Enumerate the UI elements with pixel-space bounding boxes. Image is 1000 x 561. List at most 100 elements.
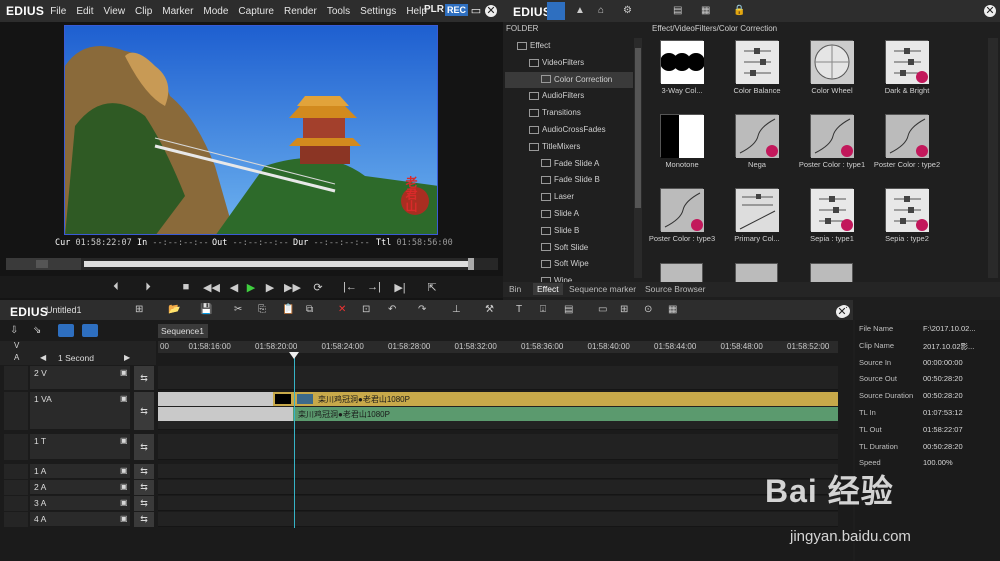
- effect-thumbnail[interactable]: [885, 114, 929, 158]
- open-icon[interactable]: 📂: [168, 304, 180, 315]
- tree-item[interactable]: Color Correction: [505, 71, 633, 88]
- grid-view-icon[interactable]: ▦: [701, 5, 710, 16]
- scrub-track[interactable]: [84, 261, 472, 267]
- stop-icon[interactable]: ■: [178, 281, 194, 293]
- effect-thumbnail[interactable]: [810, 40, 854, 84]
- effect-thumbnail[interactable]: [660, 263, 703, 282]
- ripple-icon[interactable]: ⊡: [362, 304, 370, 315]
- effect-thumbnail[interactable]: [885, 40, 929, 84]
- track-mute-icon[interactable]: ▣: [120, 368, 128, 377]
- track-patch-icon[interactable]: ⇆: [134, 496, 154, 511]
- lock-icon[interactable]: 🔒: [733, 5, 745, 16]
- effect-thumbnail[interactable]: [660, 188, 704, 232]
- effect-label[interactable]: Dark & Bright: [867, 86, 947, 95]
- effect-thumbnail[interactable]: [660, 114, 704, 158]
- track-lane[interactable]: [158, 480, 838, 495]
- track-sync-cell[interactable]: [4, 434, 28, 460]
- track-lane[interactable]: [158, 496, 838, 511]
- clip-audio[interactable]: 栾川鸡冠洞●老君山1080P: [158, 407, 838, 421]
- tree-item[interactable]: Laser: [505, 189, 633, 205]
- effect-label[interactable]: Nega: [717, 160, 797, 169]
- effect-thumbnail[interactable]: [660, 40, 705, 84]
- track-sync-cell[interactable]: [4, 512, 28, 527]
- folder-view-icon[interactable]: [547, 2, 565, 20]
- track-sync-cell[interactable]: [4, 464, 28, 479]
- link-icon[interactable]: [82, 324, 98, 337]
- title-icon[interactable]: T: [516, 304, 522, 315]
- effect-label[interactable]: Color Wheel: [792, 86, 872, 95]
- track-lane[interactable]: [158, 366, 838, 390]
- fast-forward-icon[interactable]: ▶▶: [284, 281, 301, 294]
- scale-down-icon[interactable]: ◀: [40, 353, 46, 362]
- menu-item-tools[interactable]: Tools: [327, 6, 350, 17]
- track-mute-icon[interactable]: ▣: [120, 498, 128, 507]
- track-lane[interactable]: [158, 434, 838, 460]
- track-mute-icon[interactable]: ▣: [120, 436, 128, 445]
- marker-icon[interactable]: ▭: [598, 304, 607, 315]
- clip-video[interactable]: 栾川鸡冠洞●老君山1080P: [158, 392, 838, 406]
- tree-scrollbar[interactable]: [634, 38, 642, 278]
- track-mute-icon[interactable]: ▣: [120, 466, 128, 475]
- effect-thumbnail[interactable]: [735, 188, 779, 232]
- effect-thumbnail[interactable]: [735, 114, 779, 158]
- sequence-tab[interactable]: Sequence1: [158, 324, 208, 338]
- plr-label[interactable]: PLR: [424, 4, 444, 15]
- track-patch-icon[interactable]: ⇆: [134, 434, 154, 460]
- track-lane[interactable]: [158, 512, 838, 527]
- track-mute-icon[interactable]: ▣: [120, 482, 128, 491]
- display-mode-icon[interactable]: ▤: [673, 5, 682, 16]
- tree-item[interactable]: Effect: [505, 38, 633, 54]
- step-back-icon[interactable]: ◀: [226, 281, 242, 294]
- playhead-marker[interactable]: [289, 352, 299, 359]
- playhead-line[interactable]: [294, 353, 295, 528]
- timescale-label[interactable]: 1 Second: [58, 353, 94, 363]
- undo-icon[interactable]: ↶: [388, 304, 396, 315]
- tab-bin[interactable]: Bin: [505, 283, 525, 295]
- menu-item-file[interactable]: File: [50, 6, 66, 17]
- menu-item-settings[interactable]: Settings: [360, 6, 396, 17]
- rec-label[interactable]: REC: [445, 4, 469, 16]
- effect-label[interactable]: Poster Color : type3: [644, 234, 722, 243]
- effect-thumbnail[interactable]: [885, 188, 929, 232]
- effect-label[interactable]: Color Balance: [717, 86, 797, 95]
- snap-icon[interactable]: ⊥: [452, 304, 461, 315]
- sync-lock-icon[interactable]: [58, 324, 74, 337]
- track-patch-icon[interactable]: ⇆: [134, 464, 154, 479]
- import-icon[interactable]: ⍗: [540, 304, 546, 315]
- next-edit-icon[interactable]: →|: [366, 281, 382, 293]
- effect-thumbnail[interactable]: [735, 40, 779, 84]
- menu-item-marker[interactable]: Marker: [162, 6, 193, 17]
- menu-item-capture[interactable]: Capture: [238, 6, 274, 17]
- tree-item[interactable]: Soft Slide: [505, 240, 633, 256]
- set-out-icon[interactable]: ⏵: [140, 281, 156, 294]
- tree-item[interactable]: Soft Wipe: [505, 256, 633, 272]
- paste-icon[interactable]: 📋: [282, 304, 294, 315]
- cut-icon[interactable]: ✂: [234, 304, 242, 315]
- effect-label[interactable]: Primary Col...: [717, 234, 797, 243]
- scale-up-icon[interactable]: ▶: [124, 353, 130, 362]
- redo-icon[interactable]: ↷: [418, 304, 426, 315]
- grid-scrollbar[interactable]: [988, 38, 998, 278]
- tab-source-browser[interactable]: Source Browser: [641, 283, 709, 295]
- track-sync-cell[interactable]: [4, 496, 28, 511]
- effect-thumbnail[interactable]: [810, 263, 853, 282]
- set-in-icon[interactable]: ⏴: [108, 281, 124, 294]
- mixer-icon[interactable]: ⊞: [620, 304, 628, 315]
- rewind-icon[interactable]: ◀◀: [203, 281, 220, 294]
- track-sync-cell[interactable]: [4, 480, 28, 495]
- menu-item-view[interactable]: View: [104, 6, 126, 17]
- paste-mode-icon[interactable]: ⧉: [306, 304, 313, 315]
- effect-thumbnail[interactable]: [810, 188, 854, 232]
- settings-icon[interactable]: ⚙: [623, 5, 632, 16]
- insert-icon[interactable]: ▶|: [392, 281, 408, 294]
- tab-sequence-marker[interactable]: Sequence marker: [565, 283, 640, 295]
- settings-icon[interactable]: ⊙: [644, 304, 652, 315]
- tree-item[interactable]: Slide A: [505, 206, 633, 222]
- menu-item-clip[interactable]: Clip: [135, 6, 152, 17]
- effect-label[interactable]: Sepia : type1: [792, 234, 872, 243]
- close-icon[interactable]: ✕: [485, 5, 497, 17]
- browser-close-icon[interactable]: ✕: [984, 5, 996, 17]
- tab-effect[interactable]: Effect: [533, 283, 563, 295]
- delete-icon[interactable]: ✕: [338, 304, 346, 315]
- track-patch-icon[interactable]: ⇆: [134, 480, 154, 495]
